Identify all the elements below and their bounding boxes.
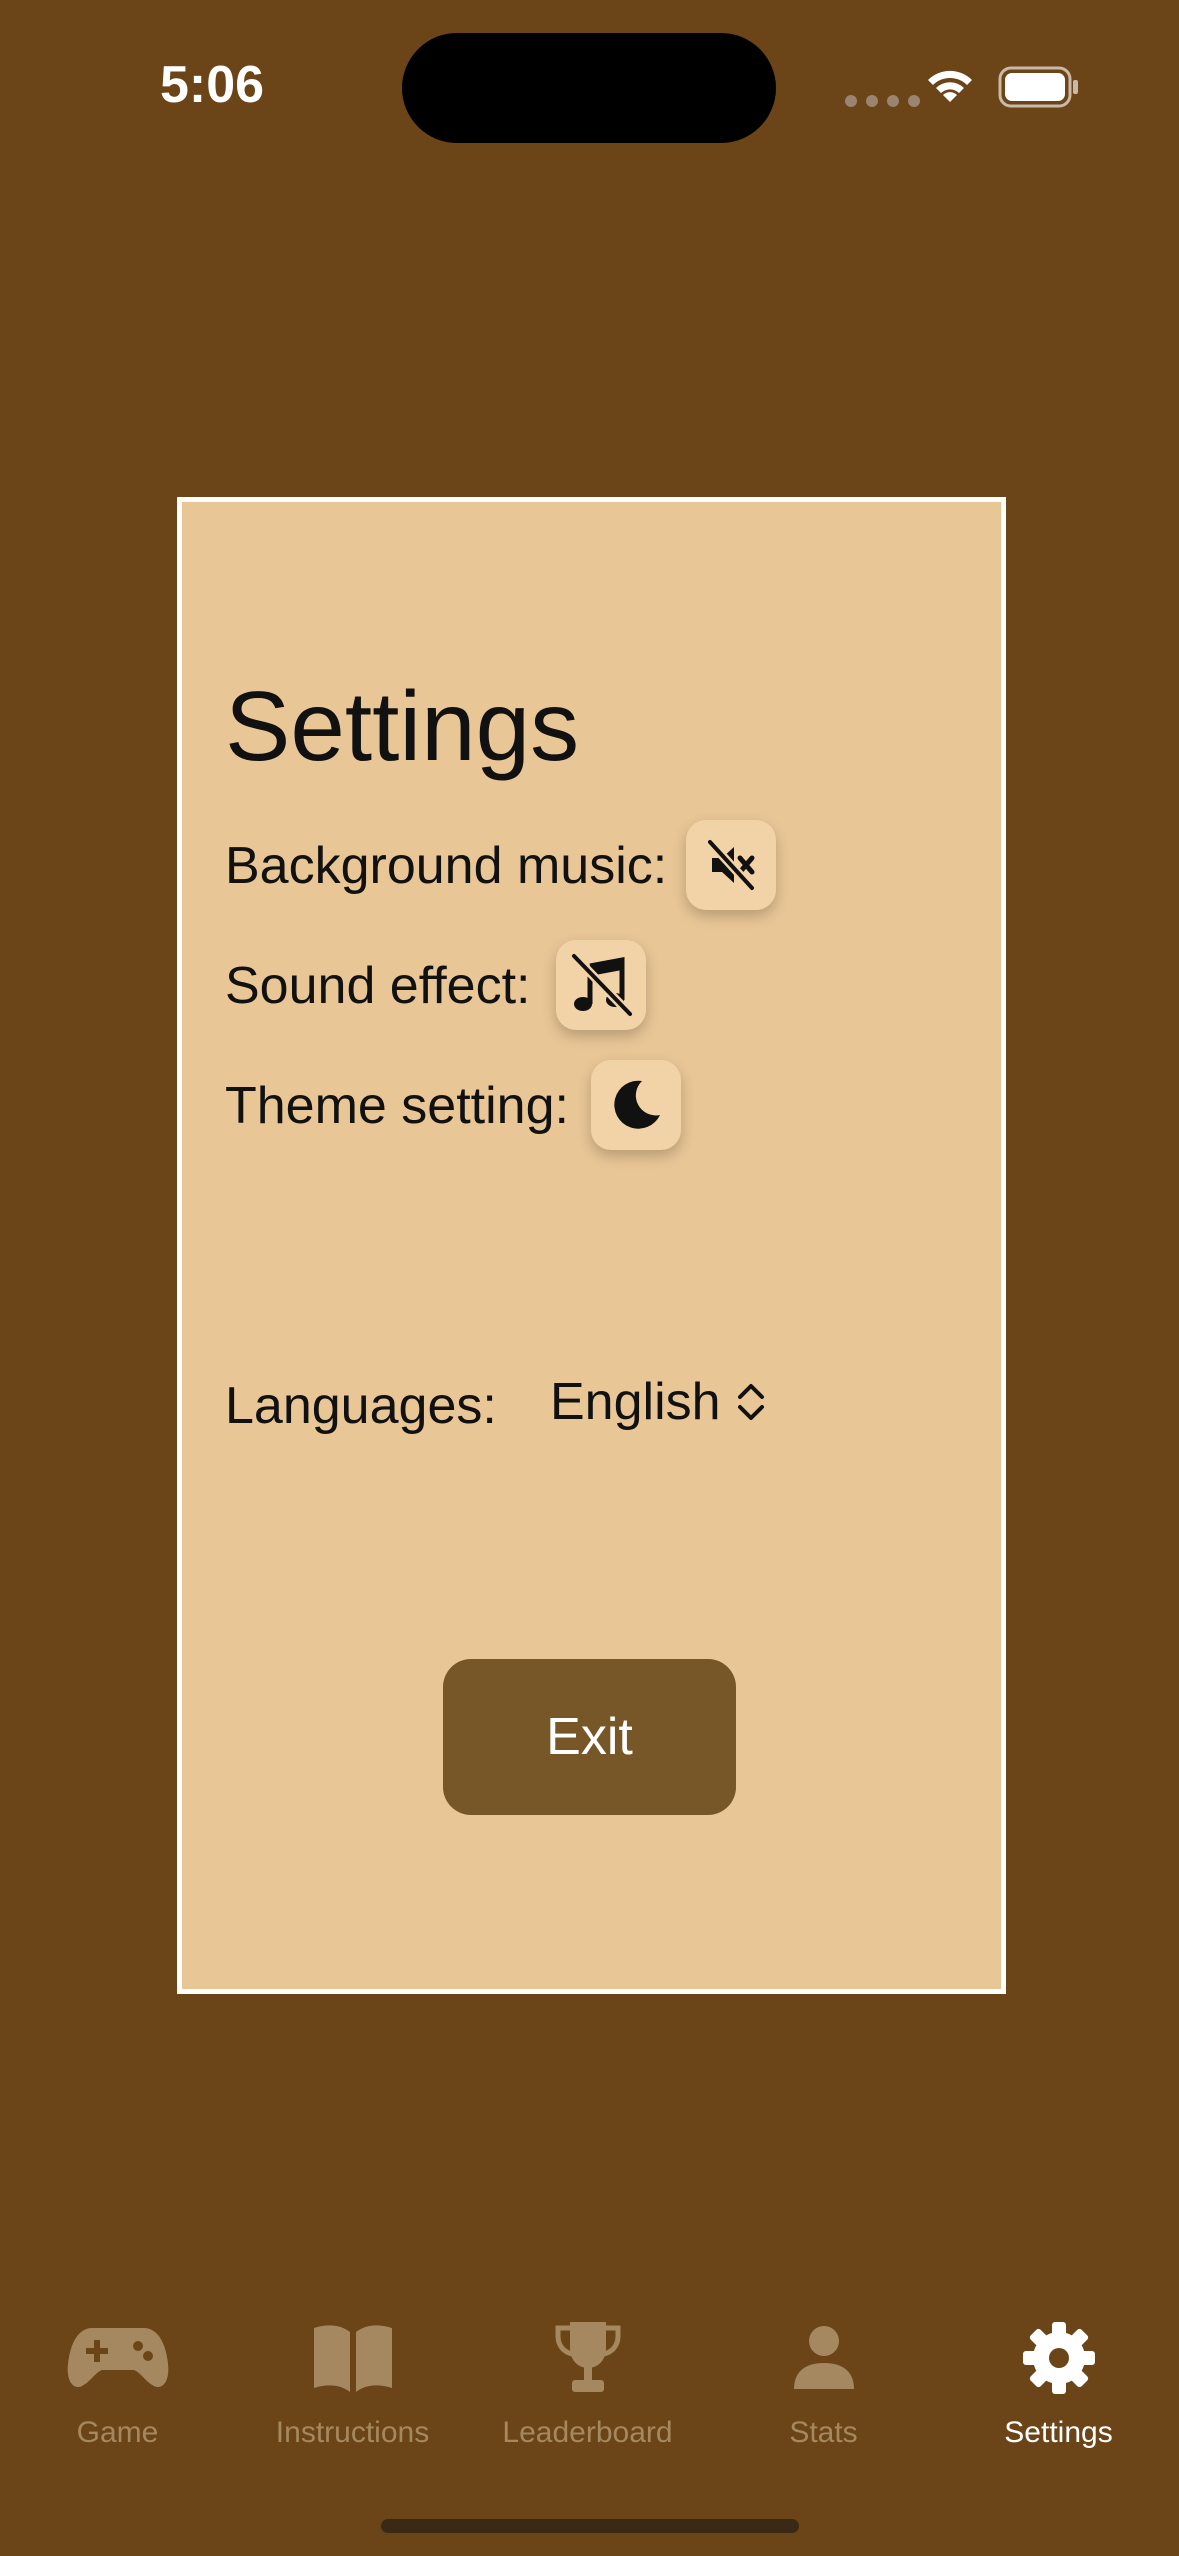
exit-button-label: Exit (546, 1708, 633, 1766)
language-picker[interactable]: English (550, 1372, 767, 1432)
exit-button[interactable]: Exit (443, 1659, 736, 1815)
trophy-icon (555, 2322, 620, 2392)
tab-game-label: Game (76, 2416, 159, 2449)
tab-leaderboard-label: Leaderboard (502, 2416, 673, 2449)
tab-game[interactable]: Game (0, 2318, 235, 2450)
language-picker-value: English (550, 1373, 721, 1431)
tab-instructions-label: Instructions (275, 2416, 430, 2449)
tab-stats-label: Stats (789, 2416, 858, 2449)
theme-setting-label: Theme setting: (225, 1077, 569, 1135)
background-music-label: Background music: (225, 837, 668, 895)
speaker-muted-icon (705, 838, 757, 892)
settings-title: Settings (225, 671, 580, 781)
tab-instructions[interactable]: Instructions (235, 2318, 470, 2450)
status-time: 5:06 (160, 56, 265, 114)
background-music-toggle[interactable] (686, 820, 776, 910)
sound-effect-toggle[interactable] (556, 940, 646, 1030)
dynamic-island (402, 33, 776, 143)
gear-icon (1022, 2322, 1095, 2394)
gamecontroller-icon (67, 2328, 168, 2388)
sound-effect-label: Sound effect: (225, 957, 531, 1015)
tab-settings[interactable]: Settings (941, 2318, 1176, 2450)
person-icon (793, 2326, 854, 2389)
tab-stats[interactable]: Stats (706, 2318, 941, 2450)
battery-icon (998, 66, 1078, 108)
wifi-icon (928, 70, 972, 102)
moon-icon (614, 1080, 660, 1129)
chevron-up-down-icon (737, 1384, 764, 1420)
tab-leaderboard[interactable]: Leaderboard (470, 2318, 705, 2450)
book-icon (313, 2325, 392, 2392)
home-indicator (381, 2519, 799, 2533)
theme-toggle[interactable] (591, 1060, 681, 1150)
music-note-slash-icon (569, 952, 634, 1018)
tab-settings-label: Settings (1004, 2416, 1113, 2449)
cellular-signal-icon (845, 95, 920, 107)
languages-label: Languages: (225, 1377, 497, 1435)
